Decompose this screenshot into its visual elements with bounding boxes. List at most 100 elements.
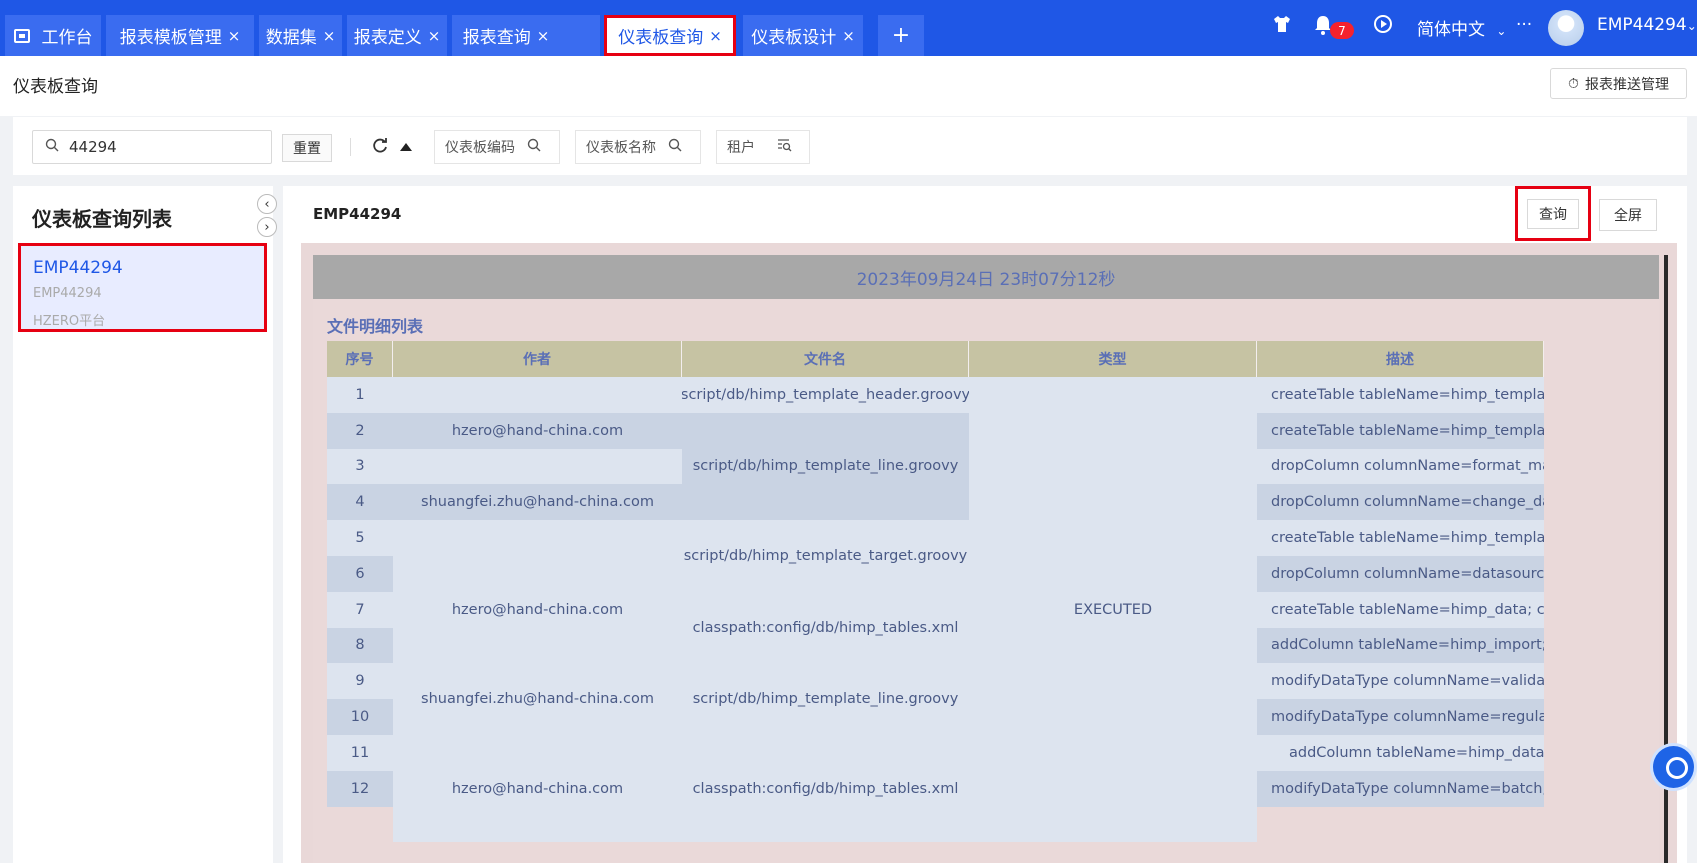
tab-label: 仪表板查询 — [618, 28, 704, 48]
add-tab-button[interactable]: + — [878, 15, 924, 56]
tab-dashboard-query[interactable]: 仪表板查询 × — [604, 15, 736, 56]
avatar[interactable] — [1548, 10, 1584, 46]
collapse-up-icon[interactable] — [400, 143, 412, 151]
tab-label: 数据集 — [265, 28, 317, 48]
filter-dashboard-name[interactable]: 仪表板名称 — [575, 130, 701, 164]
chevron-right-icon[interactable]: › — [257, 217, 277, 237]
user-menu[interactable]: EMP44294⌄ — [1597, 15, 1697, 35]
button-label: 报表推送管理 — [1584, 76, 1669, 93]
description-cell: dropColumn columnName=format_mask, t — [1257, 448, 1544, 485]
search-icon — [527, 138, 541, 156]
row-number-cell: 6 — [327, 556, 393, 592]
close-icon[interactable]: × — [537, 27, 550, 45]
row-number-cell: 9 — [327, 663, 393, 700]
description-cell: createTable tableName=himp_template_line — [1257, 412, 1544, 449]
tab-dashboard-design[interactable]: 仪表板设计 × — [743, 15, 863, 56]
file-name-cell: classpath:config/db/himp_tables.xml — [682, 591, 969, 664]
page-title: 仪表板查询 — [13, 77, 98, 97]
file-name-cell: classpath:config/db/himp_tables.xml — [682, 735, 969, 843]
row-number-cell: 3 — [327, 448, 393, 485]
close-icon[interactable]: × — [323, 27, 336, 45]
fullscreen-button[interactable]: 全屏 — [1599, 199, 1657, 231]
file-name-cell: script/db/himp_template_line.groovy — [682, 412, 969, 521]
row-number-cell: 10 — [327, 699, 393, 735]
tab-label: 报表模板管理 — [119, 28, 222, 48]
table-header-cell: 作者 — [393, 341, 682, 377]
query-button-highlight: 查询 — [1515, 186, 1591, 241]
close-icon[interactable]: × — [709, 27, 722, 45]
tab-label: 工作台 — [41, 28, 93, 48]
search-icon — [45, 138, 59, 156]
table-header-cell: 文件名 — [682, 341, 969, 377]
tab-dataset[interactable]: 数据集 × — [259, 15, 342, 56]
close-icon[interactable]: × — [842, 27, 855, 45]
notification-badge: 7 — [1330, 22, 1354, 39]
report-area: 2023年09月24日 23时07分12秒 文件明细列表 序号 作者 文件名 类型 描述… — [301, 243, 1677, 863]
tab-report-definition[interactable]: 报表定义 × — [347, 15, 447, 56]
list-item-name: EMP44294 — [33, 258, 123, 278]
dashboard-name: EMP44294 — [313, 205, 402, 223]
tab-workbench[interactable]: 工作台 — [5, 15, 101, 56]
search-input[interactable]: 44294 — [32, 130, 272, 164]
assistant-float-button[interactable] — [1650, 743, 1697, 791]
divider — [350, 138, 351, 156]
chevron-down-icon: ⌄ — [1686, 19, 1697, 33]
row-number-cell: 4 — [327, 484, 393, 521]
close-icon[interactable]: × — [428, 27, 441, 45]
list-item-code: EMP44294 — [33, 286, 102, 301]
tab-report-template-management[interactable]: 报表模板管理 × — [106, 15, 254, 56]
language-label: 简体中文 — [1417, 20, 1485, 40]
row-number-cell: 11 — [327, 735, 393, 771]
plus-icon: + — [891, 23, 911, 48]
play-circle-icon[interactable] — [1373, 14, 1393, 39]
description-cell: createTable tableName=himp_template_head… — [1257, 377, 1544, 413]
list-title: 仪表板查询列表 — [32, 207, 172, 231]
row-number-cell: 7 — [327, 591, 393, 628]
type-cell: EXECUTED — [969, 377, 1257, 843]
reset-button[interactable]: 重置 — [282, 134, 332, 162]
author-cell: hzero@hand-china.com — [393, 735, 682, 843]
description-cell: dropColumn columnName=change_data_u — [1257, 484, 1544, 521]
list-item-tenant: HZERO平台 — [33, 314, 106, 329]
report-datetime: 2023年09月24日 23时07分12秒 — [313, 255, 1659, 299]
description-cell: modifyDataType columnName=batch, table — [1257, 770, 1544, 807]
filter-label: 租户 — [727, 140, 755, 156]
refresh-icon[interactable] — [371, 137, 389, 160]
tab-label: 报表定义 — [353, 28, 422, 48]
list-item[interactable]: EMP44294 EMP44294 HZERO平台 — [18, 243, 267, 332]
shirt-icon[interactable] — [1272, 14, 1292, 39]
close-icon[interactable]: × — [228, 27, 241, 45]
chevron-left-icon[interactable]: ‹ — [257, 194, 277, 214]
chevron-down-icon: ⌄ — [1496, 24, 1507, 38]
page-header — [0, 56, 1697, 116]
filter-dashboard-code[interactable]: 仪表板编码 — [434, 130, 560, 164]
tab-label: 报表查询 — [462, 28, 531, 48]
more-button[interactable]: ··· — [1516, 15, 1532, 35]
description-cell: modifyDataType columnName=validate_se — [1257, 663, 1544, 700]
file-name-cell: script/db/himp_template_line.groovy — [682, 663, 969, 735]
section-title: 文件明细列表 — [327, 317, 424, 336]
tab-label: 仪表板设计 — [751, 28, 837, 48]
description-cell: createTable tableName=himp_data; createT — [1257, 591, 1544, 628]
row-number-cell: 12 — [327, 770, 393, 807]
file-name-cell: script/db/himp_template_target.groovy — [682, 520, 969, 592]
filter-label: 仪表板编码 — [445, 140, 515, 156]
description-cell: modifyDataType columnName=regular_exp — [1257, 699, 1544, 735]
search-icon — [668, 138, 682, 156]
author-cell: shuangfei.zhu@hand-china.com — [393, 484, 682, 521]
row-number-cell: 8 — [327, 627, 393, 664]
table-header-cell: 描述 — [1257, 341, 1544, 377]
language-selector[interactable]: 简体中文 ⌄ — [1417, 15, 1506, 40]
report-push-management-button[interactable]: ⏱ 报表推送管理 — [1550, 68, 1687, 99]
filter-tenant[interactable]: 租户 — [716, 130, 810, 164]
query-button[interactable]: 查询 — [1527, 198, 1579, 229]
dashboard-icon — [13, 28, 30, 43]
author-cell: shuangfei.zhu@hand-china.com — [393, 663, 682, 735]
row-number-cell: 5 — [327, 520, 393, 556]
lookup-icon — [777, 138, 792, 156]
timer-icon: ⏱ — [1568, 75, 1579, 92]
description-cell: createTable tableName=himp_template_targ… — [1257, 520, 1544, 556]
tab-report-query[interactable]: 报表查询 × — [452, 15, 600, 56]
search-value: 44294 — [69, 138, 117, 156]
file-name-cell: script/db/himp_template_header.groovy — [682, 377, 969, 413]
